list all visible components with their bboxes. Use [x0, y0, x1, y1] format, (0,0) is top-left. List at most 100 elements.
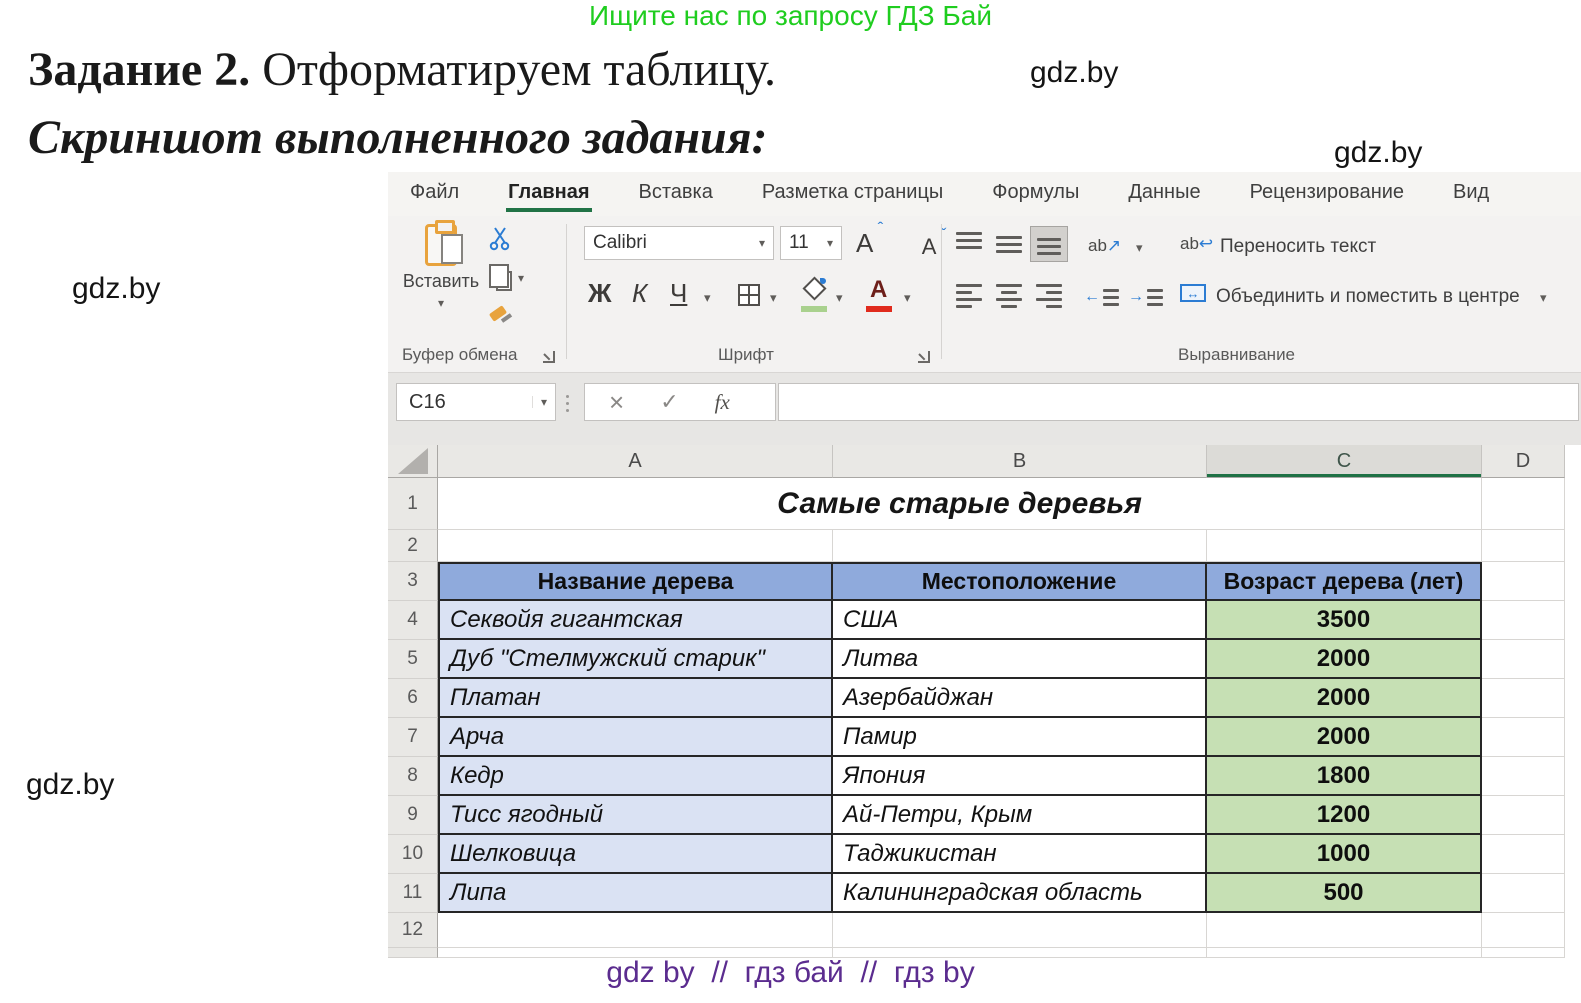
row-header-3[interactable]: 3	[388, 562, 438, 601]
orientation-button[interactable]: ab↗	[1088, 236, 1121, 256]
cell-b11[interactable]: Калининградская область	[833, 874, 1207, 913]
tab-file[interactable]: Файл	[408, 177, 461, 212]
cell-b6[interactable]: Азербайджан	[833, 679, 1207, 718]
merge-center-button[interactable]: Объединить и поместить в центре	[1216, 286, 1520, 308]
column-header-c[interactable]: C	[1207, 445, 1482, 478]
cell-b10[interactable]: Таджикистан	[833, 835, 1207, 874]
row-header-4[interactable]: 4	[388, 601, 438, 640]
font-size-select[interactable]: 11 ▾	[780, 226, 842, 260]
cell-b7[interactable]: Памир	[833, 718, 1207, 757]
cell-a9[interactable]: Тисс ягодный	[438, 796, 833, 835]
cell-c11[interactable]: 500	[1207, 874, 1482, 913]
cell-b12[interactable]	[833, 913, 1207, 948]
align-top-button[interactable]	[950, 226, 988, 262]
cell-a12[interactable]	[438, 913, 833, 948]
font-dialog-launcher-icon[interactable]	[918, 351, 930, 363]
cell-d6[interactable]	[1482, 679, 1565, 718]
cut-icon[interactable]	[488, 226, 512, 252]
cell-a3-header[interactable]: Название дерева	[438, 562, 833, 601]
align-center-button[interactable]	[990, 278, 1028, 314]
cell-c7[interactable]: 2000	[1207, 718, 1482, 757]
align-left-button[interactable]	[950, 278, 988, 314]
cell-c5[interactable]: 2000	[1207, 640, 1482, 679]
chevron-down-icon[interactable]: ▾	[904, 290, 911, 306]
tab-view[interactable]: Вид	[1451, 177, 1491, 212]
grow-font-button[interactable]: А	[856, 228, 873, 258]
fill-color-icon[interactable]	[802, 278, 826, 304]
bold-button[interactable]: Ж	[588, 278, 612, 309]
cell-d8[interactable]	[1482, 757, 1565, 796]
cell-a11[interactable]: Липа	[438, 874, 833, 913]
italic-button[interactable]: К	[632, 278, 647, 309]
cell-c12[interactable]	[1207, 913, 1482, 948]
formula-bar-splitter[interactable]	[566, 395, 569, 412]
name-box[interactable]: C16 ▾	[396, 383, 556, 421]
cell-b5[interactable]: Литва	[833, 640, 1207, 679]
row-header-6[interactable]: 6	[388, 679, 438, 718]
chevron-down-icon[interactable]: ▾	[1540, 290, 1547, 306]
shrink-font-button[interactable]: А	[922, 234, 937, 259]
enter-icon[interactable]: ✓	[660, 391, 678, 413]
clipboard-dialog-launcher-icon[interactable]	[543, 351, 555, 363]
column-header-d[interactable]: D	[1482, 445, 1565, 478]
tab-page-layout[interactable]: Разметка страницы	[760, 177, 945, 212]
cell-b3-header[interactable]: Местоположение	[833, 562, 1207, 601]
cell-b9[interactable]: Ай-Петри, Крым	[833, 796, 1207, 835]
row-header-1[interactable]: 1	[388, 478, 438, 530]
cell-a1-title[interactable]: Самые старые деревья	[438, 478, 1482, 530]
cell-b8[interactable]: Япония	[833, 757, 1207, 796]
cell-d1[interactable]	[1482, 478, 1565, 530]
copy-button[interactable]: ▾	[488, 264, 524, 291]
select-all-button[interactable]	[388, 445, 438, 478]
cell-a6[interactable]: Платан	[438, 679, 833, 718]
chevron-down-icon[interactable]: ▾	[836, 290, 843, 306]
cell-c2[interactable]	[1207, 530, 1482, 562]
cell-a5[interactable]: Дуб "Стелмужский старик"	[438, 640, 833, 679]
cell-d4[interactable]	[1482, 601, 1565, 640]
cell-d7[interactable]	[1482, 718, 1565, 757]
formula-input[interactable]	[778, 383, 1579, 421]
cell-c6[interactable]: 2000	[1207, 679, 1482, 718]
cell-c3-header[interactable]: Возраст дерева (лет)	[1207, 562, 1482, 601]
increase-indent-button[interactable]: →	[1128, 288, 1163, 306]
row-header-5[interactable]: 5	[388, 640, 438, 679]
borders-icon[interactable]	[738, 284, 760, 306]
format-painter-icon[interactable]	[488, 303, 512, 323]
cell-a7[interactable]: Арча	[438, 718, 833, 757]
tab-insert[interactable]: Вставка	[637, 177, 715, 212]
align-right-button[interactable]	[1030, 278, 1068, 314]
column-header-b[interactable]: B	[833, 445, 1207, 478]
decrease-indent-button[interactable]: ←	[1084, 288, 1119, 306]
cell-d3[interactable]	[1482, 562, 1565, 601]
cell-a8[interactable]: Кедр	[438, 757, 833, 796]
chevron-down-icon[interactable]: ▾	[1136, 240, 1143, 256]
cell-d2[interactable]	[1482, 530, 1565, 562]
cell-b2[interactable]	[833, 530, 1207, 562]
font-color-icon[interactable]: А	[870, 276, 887, 304]
tab-home[interactable]: Главная	[506, 177, 591, 212]
cancel-icon[interactable]: ×	[609, 389, 624, 415]
tab-review[interactable]: Рецензирование	[1248, 177, 1406, 212]
chevron-down-icon[interactable]: ▾	[704, 290, 711, 306]
row-header-8[interactable]: 8	[388, 757, 438, 796]
cell-d10[interactable]	[1482, 835, 1565, 874]
row-header-2[interactable]: 2	[388, 530, 438, 562]
wrap-text-button[interactable]: Переносить текст	[1220, 236, 1376, 258]
cell-c8[interactable]: 1800	[1207, 757, 1482, 796]
column-header-a[interactable]: A	[438, 445, 833, 478]
cell-a2[interactable]	[438, 530, 833, 562]
cell-d9[interactable]	[1482, 796, 1565, 835]
cell-d5[interactable]	[1482, 640, 1565, 679]
underline-button[interactable]: Ч	[670, 278, 687, 309]
tab-formulas[interactable]: Формулы	[990, 177, 1081, 212]
cell-c9[interactable]: 1200	[1207, 796, 1482, 835]
align-middle-button[interactable]	[990, 226, 1028, 262]
cell-b4[interactable]: США	[833, 601, 1207, 640]
row-header-7[interactable]: 7	[388, 718, 438, 757]
cell-a4[interactable]: Секвойя гигантская	[438, 601, 833, 640]
row-header-10[interactable]: 10	[388, 835, 438, 874]
cell-c10[interactable]: 1000	[1207, 835, 1482, 874]
row-header-12[interactable]: 12	[388, 913, 438, 948]
align-bottom-button[interactable]	[1030, 226, 1068, 262]
font-name-select[interactable]: Calibri ▾	[584, 226, 774, 260]
